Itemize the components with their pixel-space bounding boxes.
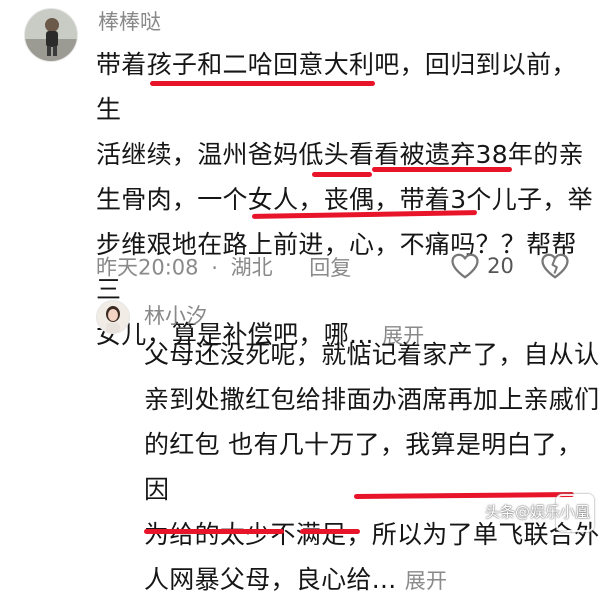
reply-line: 父母还没死呢，就惦记着家产了，自从认 — [144, 340, 600, 369]
reply-line: 人网暴父母，良心给... 展开 — [144, 557, 600, 604]
heart-icon — [451, 253, 479, 279]
reply-body: 父母还没死呢，就惦记着家产了，自从认 亲到处撒红包给排面办酒席再加上亲戚们 的红… — [144, 332, 600, 604]
avatar-photo — [25, 9, 77, 61]
like-count: 20 — [487, 254, 514, 278]
meta-separator: · — [211, 255, 218, 280]
reply-line: 亲到处撒红包给排面办酒席再加上亲戚们 — [144, 385, 600, 414]
dislike-button[interactable] — [540, 252, 570, 284]
like-button[interactable]: 20 — [450, 252, 514, 282]
watermark: 头条@娱乐小凰 — [484, 503, 590, 521]
comment-line: 活继续，温州爸妈低头看看被遗弃38年的亲 — [96, 140, 584, 169]
reply-avatar[interactable] — [96, 300, 130, 334]
highlight-underline — [144, 529, 284, 534]
highlight-underline — [312, 172, 372, 177]
reply-expand-button[interactable]: 展开 — [405, 569, 448, 593]
avatar-photo — [97, 301, 129, 333]
reply-username[interactable]: 林小汐 — [144, 306, 207, 327]
username[interactable]: 棒棒哒 — [98, 12, 161, 33]
comment-time: 昨天20:08 — [96, 255, 199, 280]
comment-line: 带着孩子和二哈回意大利吧，回归到以前，生 — [96, 50, 577, 124]
reply-line-text: 人网暴父母，良心给... — [144, 565, 397, 594]
highlight-underline — [150, 81, 375, 86]
highlight-underline — [300, 529, 360, 534]
comment-location: 湖北 — [230, 255, 273, 280]
broken-heart-icon — [541, 253, 569, 279]
avatar[interactable] — [24, 8, 78, 62]
highlight-underline — [372, 167, 512, 172]
reply-button[interactable]: 回复 — [309, 256, 351, 280]
